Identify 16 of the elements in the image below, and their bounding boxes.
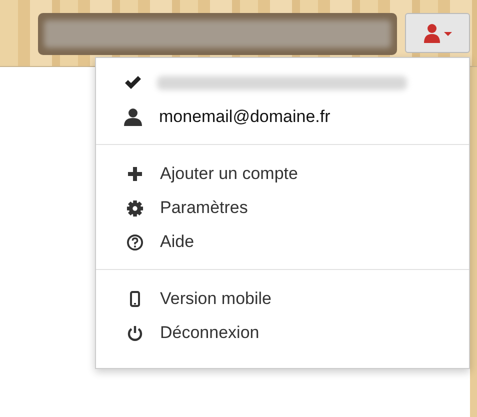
menu-item[interactable]: Aide (96, 225, 469, 259)
help-icon (126, 234, 144, 250)
user-menu-button[interactable] (405, 13, 470, 53)
person-icon (124, 108, 142, 126)
menu-item[interactable]: Paramètres (96, 191, 469, 225)
menu-item[interactable]: Version mobile (96, 282, 469, 316)
account-email: monemail@domaine.fr (159, 107, 330, 127)
menu-item[interactable]: Déconnexion (96, 316, 469, 350)
plus-icon (126, 166, 144, 182)
blurred-search-field[interactable] (38, 13, 397, 55)
checkmark-icon (124, 74, 142, 92)
power-icon (126, 325, 144, 341)
settings-icon (126, 200, 144, 216)
account-item[interactable]: monemail@domaine.fr (96, 100, 469, 134)
user-icon (424, 23, 452, 43)
menu-item[interactable]: Ajouter un compte (96, 157, 469, 191)
